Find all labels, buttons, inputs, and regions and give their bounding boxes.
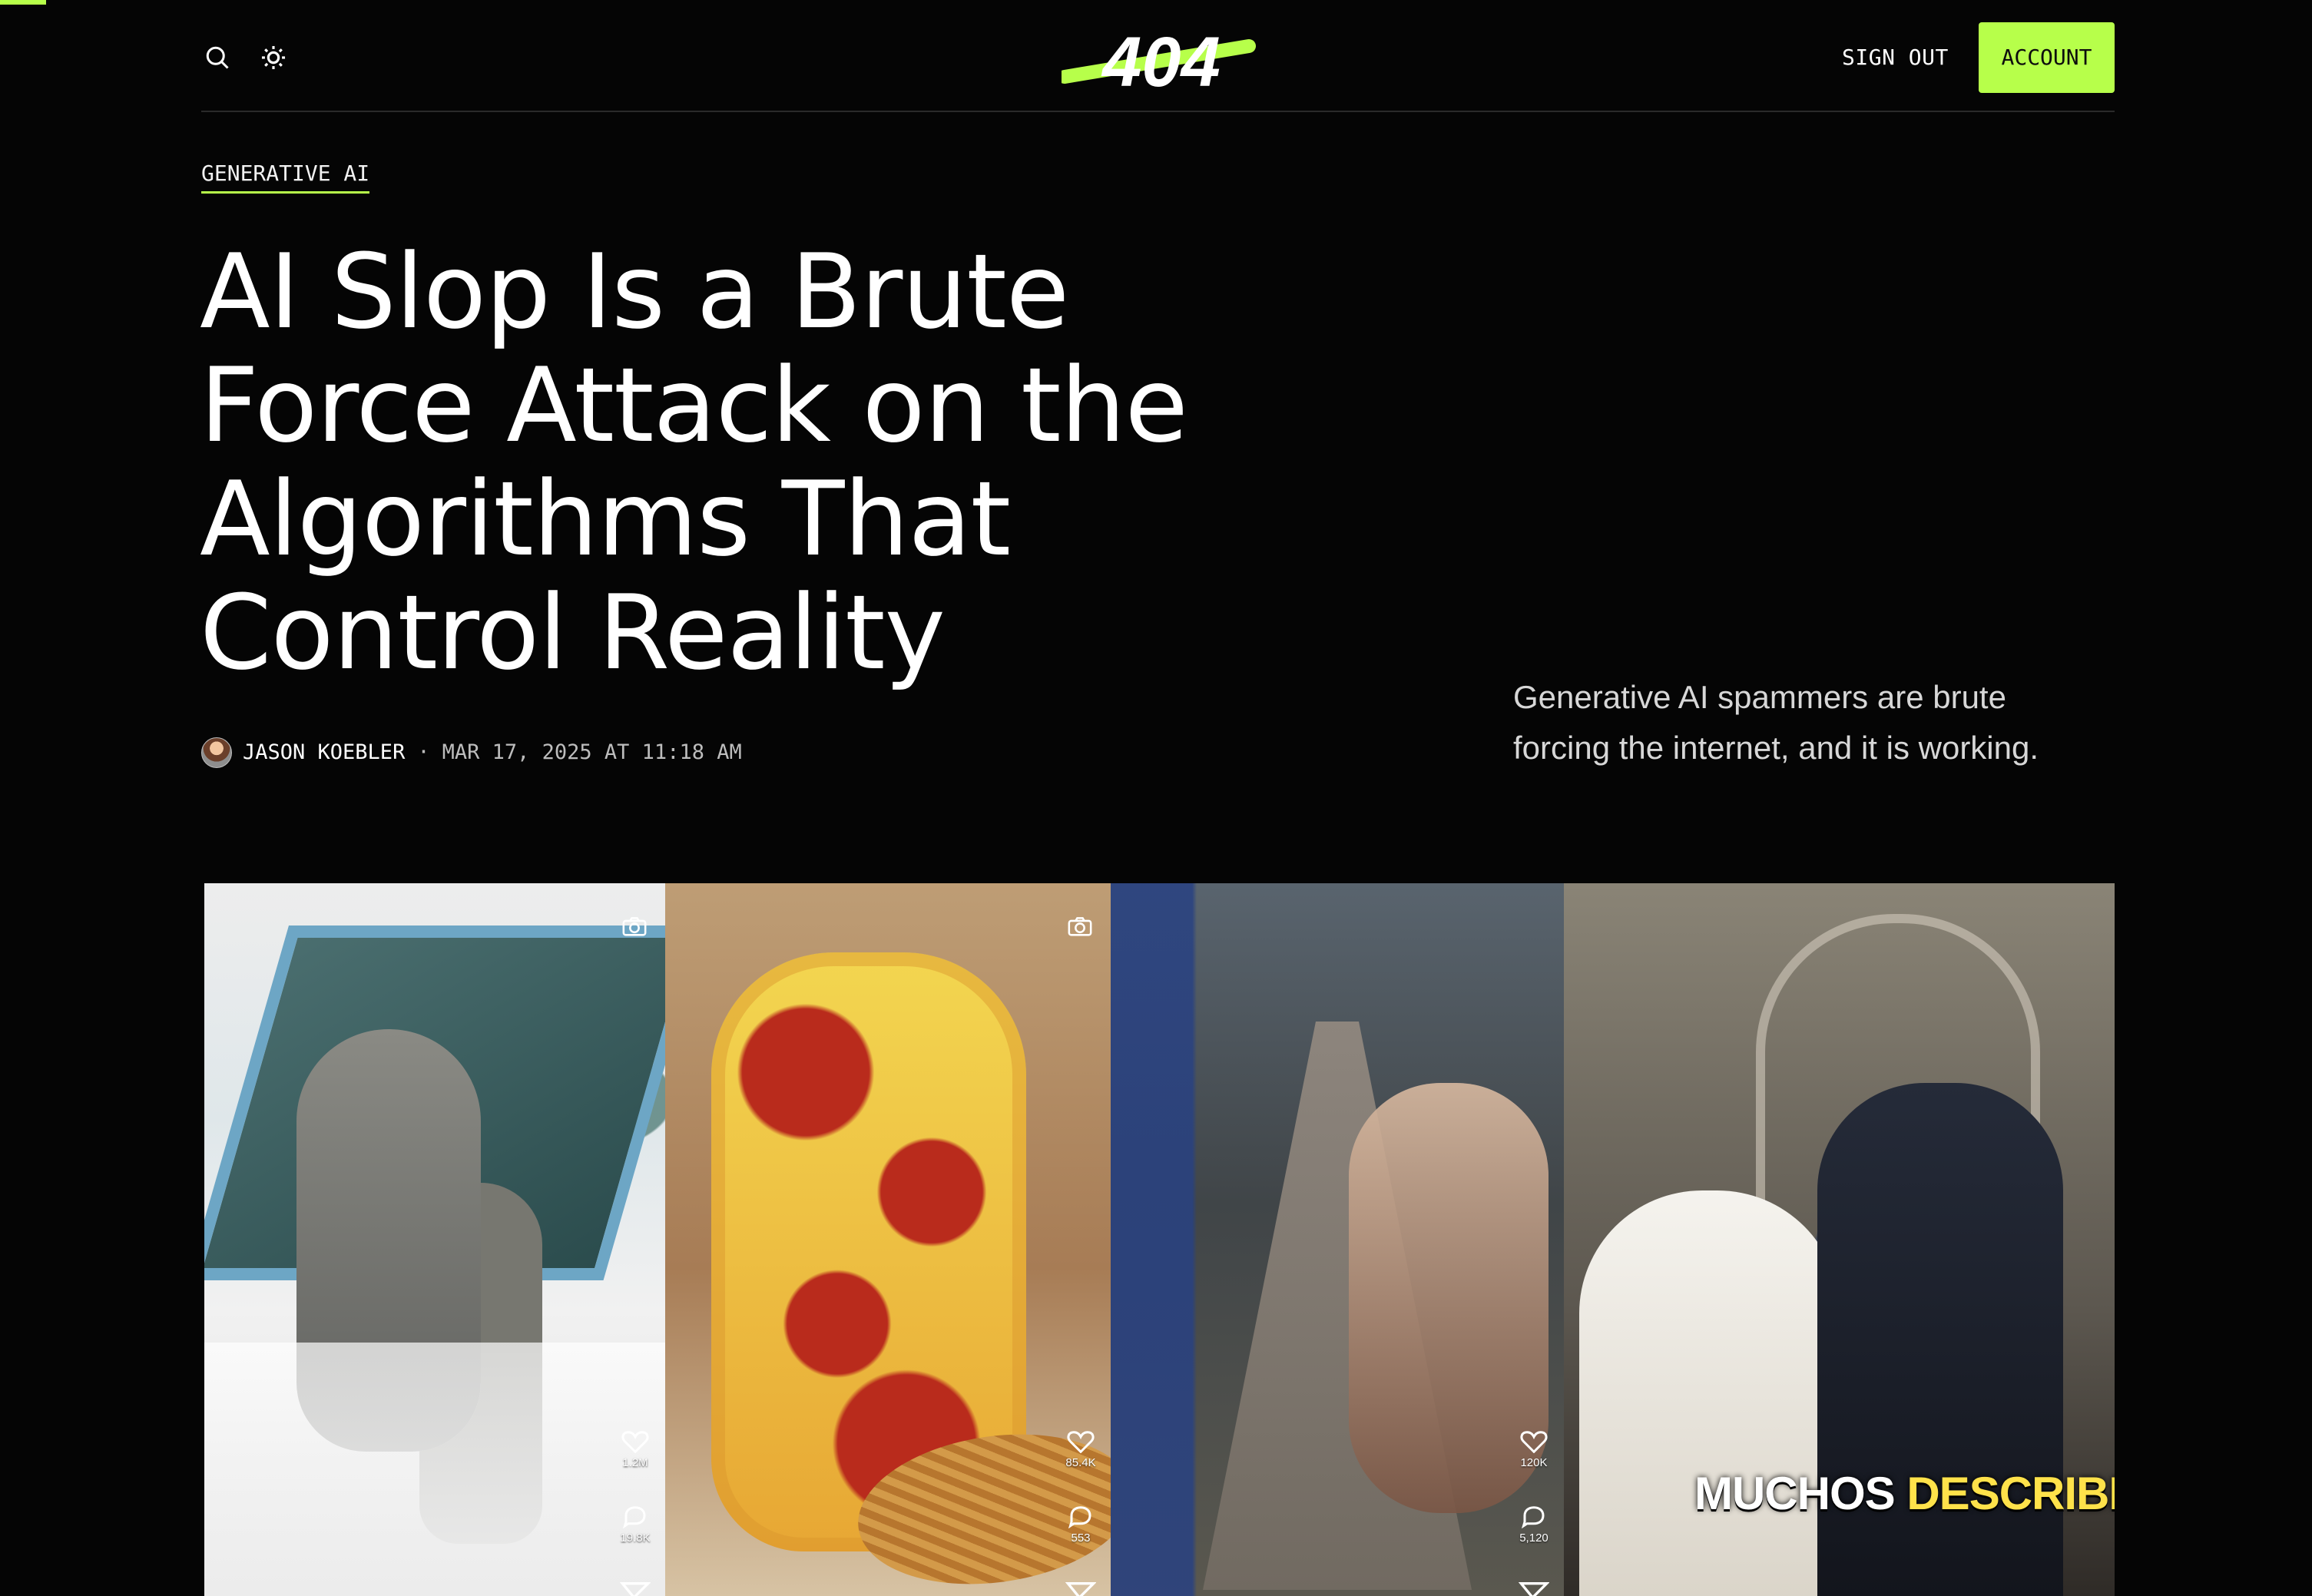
logo-text: 404 bbox=[1101, 23, 1221, 95]
camera-icon bbox=[621, 912, 648, 940]
category-link[interactable]: GENERATIVE AI bbox=[201, 161, 370, 194]
byline-separator: · bbox=[417, 740, 430, 764]
share-icon[interactable] bbox=[1065, 1579, 1097, 1596]
author-avatar[interactable] bbox=[201, 737, 232, 768]
comment-count: 19.8K bbox=[620, 1531, 651, 1545]
comment-stat[interactable]: 19.8K bbox=[616, 1504, 654, 1545]
comment-count: 5,120 bbox=[1519, 1531, 1549, 1545]
author-name[interactable]: JASON KOEBLER bbox=[243, 740, 405, 766]
article-title: AI Slop Is a Brute Force Attack on the A… bbox=[200, 232, 1188, 693]
snow-ground bbox=[204, 1343, 665, 1596]
caption-word-1: MUCHOS bbox=[1694, 1468, 1896, 1519]
like-count: 1.2M bbox=[622, 1456, 648, 1469]
like-count: 120K bbox=[1520, 1456, 1548, 1469]
hero-panel-3: 120K 5,120 bbox=[1111, 883, 1564, 1596]
share-icon[interactable] bbox=[1518, 1579, 1550, 1596]
hero-panel-1: 1.2M 19.8K bbox=[204, 883, 665, 1596]
comment-icon bbox=[1522, 1506, 1545, 1528]
comment-stat[interactable]: 553 bbox=[1062, 1504, 1100, 1545]
comment-icon bbox=[1068, 1506, 1091, 1528]
heart-icon bbox=[621, 1431, 649, 1453]
theme-toggle-button[interactable] bbox=[257, 41, 290, 74]
share-icon[interactable] bbox=[619, 1579, 651, 1596]
article-byline: JASON KOEBLER · MAR 17, 2025 AT 11:18 AM bbox=[201, 736, 742, 770]
caption-word-2: DESCRIBEN bbox=[1906, 1468, 2115, 1519]
like-count: 85.4K bbox=[1065, 1456, 1096, 1469]
sun-icon bbox=[261, 45, 286, 70]
comment-count: 553 bbox=[1071, 1531, 1091, 1545]
robed-figure bbox=[1579, 1190, 1840, 1596]
article-dek: Generative AI spammers are brute forcing… bbox=[1513, 679, 2039, 766]
hero-panel-4: MUCHOS DESCRIBEN AL bbox=[1564, 883, 2115, 1596]
hero-image: 1.2M 19.8K 85.4K 553 120K 5,120 MUCHOS D… bbox=[204, 883, 2115, 1596]
like-stat[interactable]: 1.2M bbox=[616, 1429, 654, 1470]
comment-stat[interactable]: 5,120 bbox=[1515, 1504, 1553, 1545]
search-button[interactable] bbox=[201, 41, 234, 74]
like-stat[interactable]: 85.4K bbox=[1062, 1429, 1100, 1470]
account-button[interactable]: ACCOUNT bbox=[1979, 22, 2115, 93]
publish-date: MAR 17, 2025 AT 11:18 AM bbox=[442, 740, 742, 764]
hero-panel-2: 85.4K 553 bbox=[665, 883, 1111, 1596]
image-caption: MUCHOS DESCRIBEN AL bbox=[1694, 1471, 2115, 1517]
comment-icon bbox=[623, 1506, 646, 1528]
camera-icon bbox=[1066, 912, 1094, 940]
heart-icon bbox=[1520, 1431, 1548, 1453]
search-icon bbox=[206, 46, 229, 69]
heart-icon bbox=[1067, 1431, 1095, 1453]
site-logo[interactable]: 404 bbox=[1062, 22, 1261, 95]
sign-out-link[interactable]: SIGN OUT bbox=[1842, 45, 1949, 71]
like-stat[interactable]: 120K bbox=[1515, 1429, 1553, 1470]
reading-progress-bar bbox=[0, 0, 47, 5]
site-header: 404 SIGN OUT ACCOUNT bbox=[201, 0, 2115, 112]
